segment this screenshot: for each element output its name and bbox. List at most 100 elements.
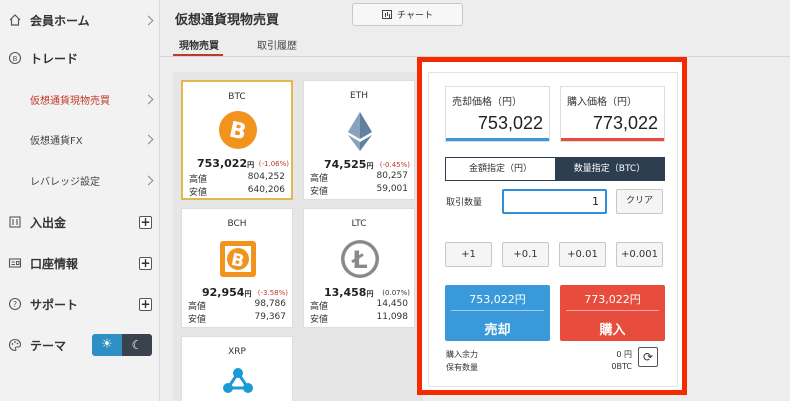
ethereum-logo-icon xyxy=(348,112,372,151)
coin-card-xrp[interactable]: XRP xyxy=(181,336,293,401)
coin-price: 74,525円 xyxy=(324,158,374,171)
sidebar-label: トレード xyxy=(30,51,79,66)
sell-button[interactable]: 753,022円 売却 xyxy=(445,285,550,341)
question-icon: ? xyxy=(8,297,22,311)
step-plus-0-001-button[interactable]: +0.001 xyxy=(616,242,663,267)
sidebar-item-spot[interactable]: 仮想通貨現物売買 xyxy=(0,79,160,119)
id-card-icon xyxy=(8,256,22,270)
coin-low-row: 安値 11,098 xyxy=(310,312,408,325)
svg-text:Ł: Ł xyxy=(350,246,367,274)
coin-high-row: 高値 14,450 xyxy=(310,299,408,312)
home-icon xyxy=(8,13,22,27)
mode-quantity-button[interactable]: 数量指定（BTC） xyxy=(555,158,664,180)
quantity-input[interactable]: 1 xyxy=(502,189,607,214)
litecoin-logo-icon: Ł xyxy=(341,240,379,278)
coin-low-row: 安値 79,367 xyxy=(188,312,286,325)
moon-icon[interactable]: ☾ xyxy=(122,334,152,356)
coin-symbol: BTC xyxy=(228,92,246,102)
expand-plus-icon[interactable]: + xyxy=(139,215,152,229)
expand-plus-icon[interactable]: + xyxy=(139,297,152,311)
ripple-logo-icon xyxy=(223,368,253,393)
svg-text:?: ? xyxy=(13,300,17,309)
sidebar-item-account[interactable]: 口座情報 + xyxy=(0,243,160,283)
clear-button[interactable]: クリア xyxy=(616,189,663,214)
sidebar-item-support[interactable]: ? サポート + xyxy=(0,284,160,324)
holding-label: 保有数量 xyxy=(446,363,478,372)
coin-change: (-3.58%) xyxy=(257,289,288,297)
coin-symbol: LTC xyxy=(351,219,367,229)
coin-change: (-1.06%) xyxy=(258,160,289,168)
coin-high-row: 高値 80,257 xyxy=(310,171,408,184)
chart-button[interactable]: チャート xyxy=(352,3,463,26)
coin-change: (-0.45%) xyxy=(379,161,410,169)
palette-icon xyxy=(8,338,22,352)
sell-price-bar xyxy=(446,138,549,141)
tab-trade-history[interactable]: 取引履歴 xyxy=(257,37,297,52)
coin-low-row: 安値 640,206 xyxy=(189,185,285,198)
order-mode-toggle: 金額指定（円） 数量指定（BTC） xyxy=(445,157,665,181)
step-plus-0-1-button[interactable]: +0.1 xyxy=(502,242,549,267)
sidebar-item-deposit[interactable]: 入出金 + xyxy=(0,202,160,242)
sidebar-label: 仮想通貨現物売買 xyxy=(30,95,110,107)
chevron-right-icon xyxy=(143,175,154,185)
coin-card-ltc[interactable]: LTC Ł 13,458円 (0.07%) 高値 14,450 安値 11,098 xyxy=(303,208,415,328)
bar-chart-icon xyxy=(382,10,393,19)
coin-low-row: 安値 59,001 xyxy=(310,184,408,197)
active-tab-indicator xyxy=(173,54,223,56)
coin-price: 753,022円 xyxy=(197,157,255,170)
bitcoin-circle-icon: B xyxy=(8,51,22,65)
transfer-icon xyxy=(8,215,22,229)
sidebar-label: 仮想通貨FX xyxy=(30,135,83,147)
chevron-right-icon xyxy=(143,134,154,144)
sell-price-box: 売却価格（円） 753,022 xyxy=(445,86,550,142)
sell-button-label: 売却 xyxy=(484,323,511,338)
coin-symbol: ETH xyxy=(350,91,368,101)
page-title: 仮想通貨現物売買 xyxy=(175,13,280,28)
coin-price: 92,954円 xyxy=(202,286,252,299)
sidebar-label: 会員ホーム xyxy=(30,13,90,28)
sidebar-item-fx[interactable]: 仮想通貨FX xyxy=(0,119,160,159)
buy-button[interactable]: 773,022円 購入 xyxy=(560,285,665,341)
coin-card-eth[interactable]: ETH 74,525円 (-0.45%) 高値 80,257 安値 59,001 xyxy=(303,80,415,200)
coin-symbol: XRP xyxy=(228,347,246,357)
buy-button-label: 購入 xyxy=(599,323,626,338)
sidebar-label: 入出金 xyxy=(30,215,67,230)
coin-price: 13,458円 xyxy=(324,286,374,299)
sun-icon[interactable]: ☀ xyxy=(92,334,122,356)
coin-card-bch[interactable]: BCH B 92,954円 (-3.58%) 高値 98,786 安値 79,367 xyxy=(181,208,293,328)
bitcoin-cash-logo-icon: B xyxy=(220,241,256,277)
coin-high-row: 高値 98,786 xyxy=(188,299,286,312)
tab-spot-trade[interactable]: 現物売買 xyxy=(179,37,219,52)
buy-button-price: 773,022円 xyxy=(584,293,641,306)
coin-change: (0.07%) xyxy=(382,289,410,297)
buy-power-value: 0 円 xyxy=(616,350,632,359)
buy-price-box: 購入価格（円） 773,022 xyxy=(560,86,665,142)
sell-button-price: 753,022円 xyxy=(469,293,526,306)
step-plus-0-01-button[interactable]: +0.01 xyxy=(559,242,606,267)
coin-card-btc[interactable]: BTC B 753,022円 (-1.06%) 高値 804,252 安値 640,… xyxy=(181,80,293,200)
sell-price-label: 売却価格（円） xyxy=(452,97,522,108)
buy-price-value: 773,022 xyxy=(592,113,658,133)
bitcoin-logo-icon: B xyxy=(219,111,257,149)
step-plus-1-button[interactable]: +1 xyxy=(445,242,492,267)
theme-toggle[interactable]: ☀ ☾ xyxy=(92,334,152,356)
mode-amount-button[interactable]: 金額指定（円） xyxy=(446,158,555,180)
chevron-right-icon xyxy=(143,94,154,104)
quantity-label: 取引数量 xyxy=(446,198,483,208)
svg-text:B: B xyxy=(13,55,18,63)
expand-plus-icon[interactable]: + xyxy=(139,256,152,270)
divider xyxy=(566,310,659,311)
buy-price-bar xyxy=(561,138,664,141)
sidebar-item-leverage[interactable]: レバレッジ設定 xyxy=(0,160,160,200)
coin-symbol: BCH xyxy=(227,219,247,229)
chevron-right-icon xyxy=(143,15,154,25)
refresh-icon[interactable]: ⟳ xyxy=(638,347,658,367)
chart-button-label: チャート xyxy=(397,11,433,21)
sidebar-label: レバレッジ設定 xyxy=(30,176,100,188)
sidebar-item-trade[interactable]: B トレード xyxy=(0,38,160,78)
holding-value: 0BTC xyxy=(611,362,632,371)
sidebar-item-member-home[interactable]: 会員ホーム xyxy=(0,0,160,40)
sidebar-label: テーマ xyxy=(30,338,67,353)
buy-power-label: 購入余力 xyxy=(446,350,478,359)
coin-high-row: 高値 804,252 xyxy=(189,172,285,185)
